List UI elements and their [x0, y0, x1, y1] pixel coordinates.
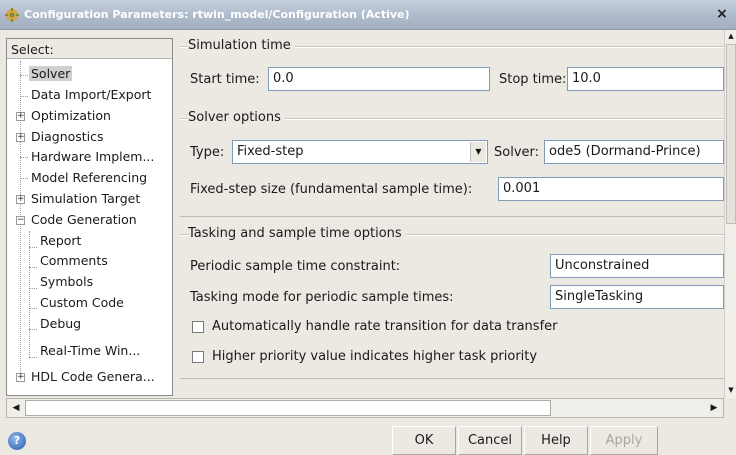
simulation-time-group-title: Simulation time [188, 38, 295, 53]
tree-item-optimization[interactable]: Optimization [31, 108, 111, 123]
solver-select[interactable]: ode5 (Dormand-Prince) [544, 140, 724, 164]
tree-item-real-time-windows[interactable]: Real-Time Win... [40, 343, 140, 358]
tree-item-code-generation[interactable]: Code Generation [31, 212, 137, 227]
fixed-step-size-label: Fixed-step size (fundamental sample time… [190, 182, 473, 197]
expand-plus-icon[interactable]: + [16, 373, 25, 382]
apply-button[interactable]: Apply [590, 426, 658, 455]
help-button[interactable]: Help [524, 426, 588, 455]
vertical-scroll-thumb[interactable] [726, 44, 736, 224]
periodic-constraint-label: Periodic sample time constraint: [190, 259, 401, 274]
start-time-label: Start time: [190, 72, 260, 87]
tree-connector [29, 357, 37, 358]
title-bar: Configuration Parameters: rtwin_model/Co… [0, 0, 736, 30]
stop-time-input[interactable]: 10.0 [567, 67, 724, 91]
tree-item-hardware-implementation[interactable]: Hardware Implem... [31, 149, 154, 164]
tree-item-simulation-target[interactable]: Simulation Target [31, 191, 140, 206]
category-tree: Select: + + + − + Solver Data Import/Exp… [6, 38, 173, 396]
expand-plus-icon[interactable]: + [16, 133, 25, 142]
solver-type-value: Fixed-step [237, 144, 304, 159]
tasking-mode-select[interactable]: SingleTasking [550, 285, 724, 309]
tree-connector [29, 329, 37, 330]
solver-label: Solver: [494, 145, 540, 160]
tree-item-debug[interactable]: Debug [40, 316, 81, 331]
tree-connector [29, 288, 37, 289]
tree-connector [29, 231, 30, 357]
tree-connector [20, 157, 28, 158]
scroll-down-icon[interactable]: ▼ [725, 384, 736, 396]
solver-type-select[interactable]: Fixed-step ▼ [232, 140, 488, 164]
scroll-left-icon[interactable]: ◀ [8, 401, 24, 415]
expand-plus-icon[interactable]: + [16, 195, 25, 204]
solver-settings-panel: Simulation time Start time: 0.0 Stop tim… [176, 30, 724, 398]
section-divider [180, 216, 724, 217]
tasking-mode-label: Tasking mode for periodic sample times: [190, 290, 454, 305]
tree-item-symbols[interactable]: Symbols [40, 274, 93, 289]
collapse-minus-icon[interactable]: − [16, 216, 25, 225]
tree-item-data-import-export[interactable]: Data Import/Export [31, 87, 151, 102]
auto-rate-transition-checkbox[interactable] [192, 321, 204, 333]
dropdown-arrow-icon[interactable]: ▼ [470, 142, 486, 162]
tree-connector [29, 308, 37, 309]
tree-connector [29, 247, 37, 248]
tree-connector [29, 267, 37, 268]
window-title: Configuration Parameters: rtwin_model/Co… [24, 8, 410, 21]
help-icon[interactable]: ? [8, 432, 26, 450]
tree-connector [20, 96, 28, 97]
tree-connector [20, 75, 28, 76]
tree-item-hdl-code-generation[interactable]: HDL Code Genera... [31, 369, 155, 384]
fixed-step-size-input[interactable]: 0.001 [498, 177, 724, 201]
tree-item-solver[interactable]: Solver [29, 66, 73, 81]
periodic-constraint-select[interactable]: Unconstrained [550, 254, 724, 278]
expand-plus-icon[interactable]: + [16, 112, 25, 121]
scroll-up-icon[interactable]: ▲ [725, 30, 736, 42]
vertical-scrollbar[interactable]: ▲ ▼ [724, 30, 736, 398]
auto-rate-transition-label: Automatically handle rate transition for… [212, 319, 558, 334]
scroll-right-icon[interactable]: ▶ [706, 401, 722, 415]
tree-item-model-referencing[interactable]: Model Referencing [31, 170, 147, 185]
tree-connector [20, 178, 28, 179]
simulink-icon [5, 8, 19, 22]
solver-options-group-title: Solver options [188, 110, 285, 125]
horizontal-scrollbar[interactable]: ◀ ▶ [6, 398, 724, 418]
tasking-group-title: Tasking and sample time options [188, 226, 406, 241]
close-icon[interactable]: × [714, 6, 730, 22]
solver-type-label: Type: [190, 145, 225, 160]
cancel-button[interactable]: Cancel [458, 426, 522, 455]
tree-item-diagnostics[interactable]: Diagnostics [31, 129, 104, 144]
stop-time-label: Stop time: [499, 72, 567, 87]
tree-item-custom-code[interactable]: Custom Code [40, 295, 124, 310]
tree-header: Select: [7, 39, 172, 59]
tree-item-comments[interactable]: Comments [40, 253, 108, 268]
section-divider [180, 378, 724, 379]
higher-priority-checkbox[interactable] [192, 351, 204, 363]
horizontal-scroll-thumb[interactable] [25, 400, 551, 416]
ok-button[interactable]: OK [392, 426, 456, 455]
higher-priority-label: Higher priority value indicates higher t… [212, 349, 538, 364]
start-time-input[interactable]: 0.0 [268, 67, 490, 91]
tree-item-report[interactable]: Report [40, 233, 81, 248]
